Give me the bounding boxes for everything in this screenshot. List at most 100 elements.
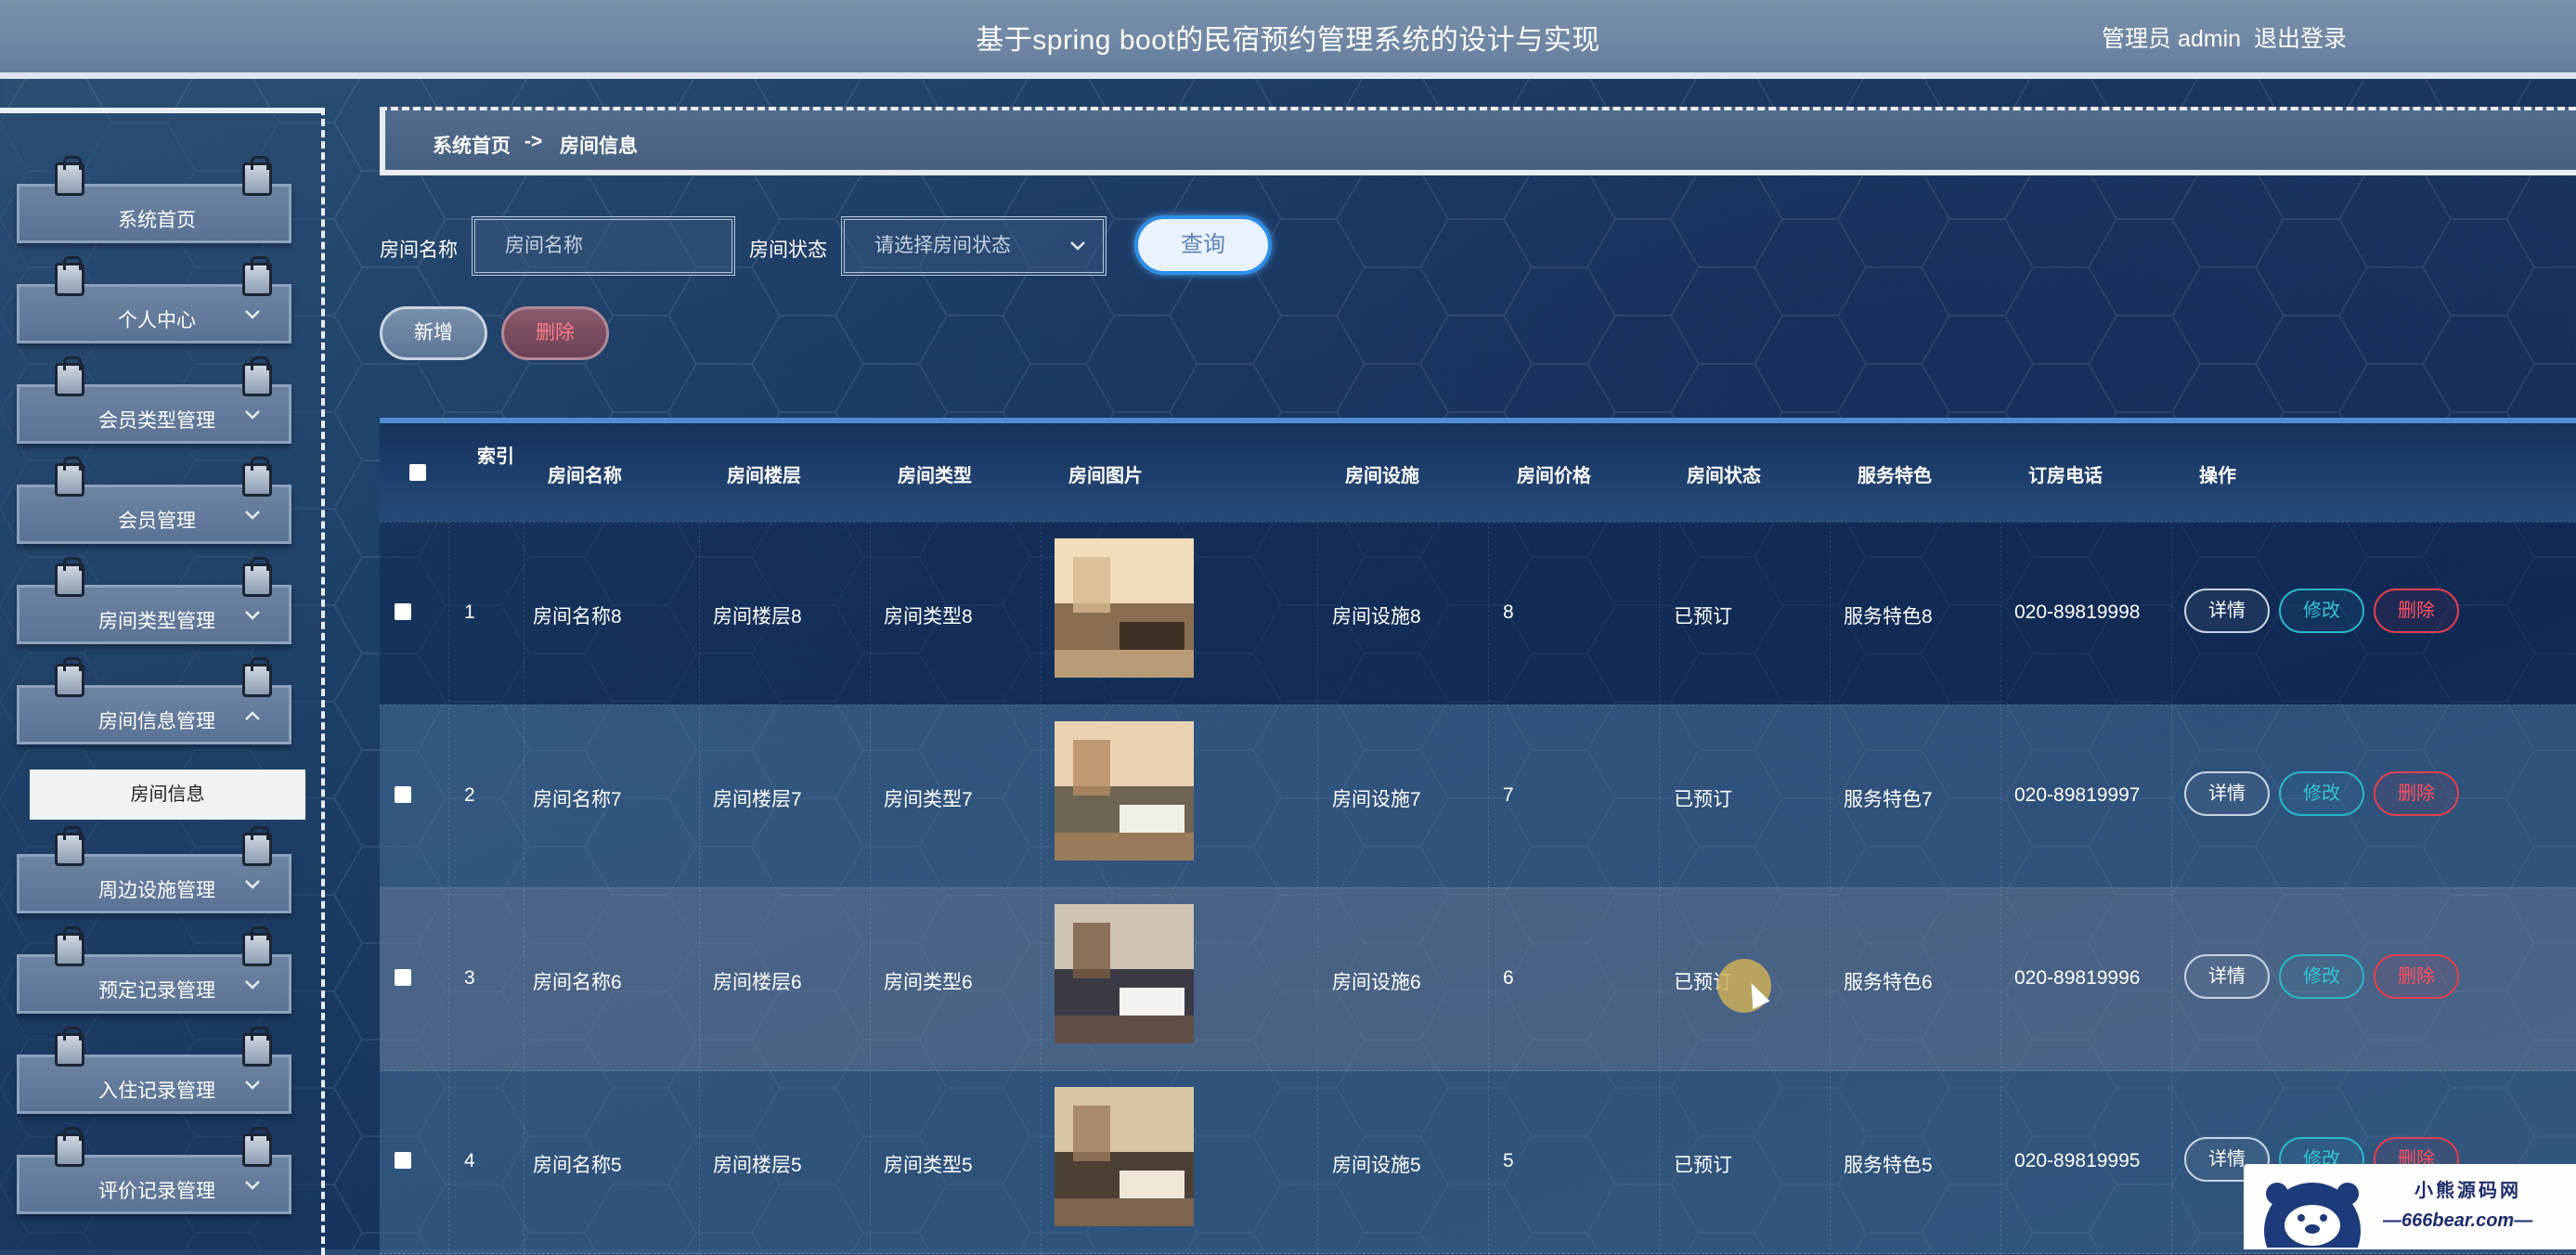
row-checkbox[interactable] [395, 969, 411, 986]
sidebar-item-4[interactable]: 房间类型管理 [17, 557, 291, 644]
sidebar-item-1[interactable]: 个人中心 [17, 256, 291, 343]
bear-logo-icon [2264, 1183, 2361, 1248]
cell-phone: 020-89819997 [2014, 784, 2141, 806]
room-status-placeholder: 请选择房间状态 [874, 235, 1011, 256]
chevron-down-icon [245, 310, 260, 319]
cell-index: 1 [464, 602, 475, 623]
cell-type: 房间类型7 [884, 789, 973, 810]
sidebar-item-3[interactable]: 会员管理 [17, 457, 291, 544]
binder-clip-icon [242, 156, 272, 196]
binder-clip-icon [242, 557, 272, 597]
header-facility: 房间设施 [1345, 466, 1419, 486]
chevron-down-icon [245, 511, 260, 520]
table-row: 2 房间名称7 房间楼层7 房间类型7 房间设施7 7 已预订 服务特色7 020-898199… [380, 705, 2576, 888]
cell-index: 3 [464, 967, 475, 989]
breadcrumb: 系统首页 -> 房间信息 [380, 107, 2576, 175]
cell-floor: 房间楼层8 [713, 606, 802, 628]
table-header: 索引 房间名称 房间楼层 房间类型 房间图片 房间设施 房间价格 房间状态 服务… [380, 423, 2576, 523]
chevron-down-icon [245, 1080, 260, 1090]
add-button[interactable]: 新增 [380, 306, 487, 360]
header-index: 索引 [477, 446, 514, 467]
binder-clip-icon [55, 356, 84, 396]
cell-feature: 服务特色6 [1844, 972, 1933, 993]
row-checkbox[interactable] [395, 603, 411, 620]
room-photo[interactable] [1055, 904, 1194, 1043]
submenu-item-room-info[interactable]: 房间信息 [30, 770, 305, 820]
cell-floor: 房间楼层7 [713, 789, 802, 810]
cell-room-name: 房间名称8 [533, 606, 622, 628]
detail-button[interactable]: 详情 [2184, 771, 2270, 816]
sidebar-item-0[interactable]: 系统首页 [17, 156, 291, 243]
cell-type: 房间类型5 [884, 1155, 973, 1176]
binder-clip-icon [55, 156, 84, 196]
cell-price: 8 [1503, 602, 1514, 623]
table-row: 3 房间名称6 房间楼层6 房间类型6 房间设施6 6 已预订 服务特色6 020-898199… [380, 887, 2576, 1071]
top-header: 基于spring boot的民宿预约管理系统的设计与实现 管理员 admin 退… [0, 0, 2576, 79]
chevron-down-icon [245, 880, 260, 889]
room-name-input[interactable]: 房间名称 [472, 216, 735, 276]
logout-link[interactable]: 退出登录 [2254, 20, 2347, 54]
room-photo[interactable] [1055, 1087, 1194, 1226]
room-photo[interactable] [1055, 721, 1194, 860]
edit-button[interactable]: 修改 [2279, 771, 2364, 816]
header-type: 房间类型 [898, 466, 972, 486]
chevron-down-icon [245, 410, 260, 420]
binder-clip-icon [242, 826, 272, 866]
breadcrumb-current: 房间信息 [560, 136, 638, 157]
cell-floor: 房间楼层6 [713, 972, 802, 993]
edit-button[interactable]: 修改 [2279, 589, 2364, 633]
header-image: 房间图片 [1068, 466, 1143, 486]
cell-room-name: 房间名称6 [533, 972, 622, 993]
cell-status: 已预订 [1674, 789, 1732, 810]
detail-button[interactable]: 详情 [2184, 589, 2270, 633]
watermark-url: —666bear.com— [2383, 1210, 2533, 1231]
sidebar: 系统首页个人中心会员类型管理 会员管理房间类型管理 房间信息管理 周边设施管理 预定记录… [0, 108, 325, 1255]
sidebar-item-6[interactable]: 周边设施管理 [17, 826, 291, 913]
remove-button[interactable]: 删除 [2374, 589, 2459, 633]
delete-button[interactable]: 删除 [501, 306, 609, 360]
room-status-label: 房间状态 [749, 239, 827, 261]
room-name-label: 房间名称 [380, 239, 458, 261]
binder-clip-icon [242, 457, 272, 497]
row-checkbox[interactable] [395, 786, 411, 803]
chevron-down-icon [245, 980, 260, 990]
sidebar-item-9[interactable]: 评价记录管理 [17, 1127, 291, 1214]
binder-clip-icon [55, 657, 84, 697]
row-checkbox[interactable] [395, 1152, 411, 1169]
remove-button[interactable]: 删除 [2374, 771, 2459, 816]
binder-clip-icon [55, 826, 84, 866]
binder-clip-icon [242, 356, 272, 396]
query-button[interactable]: 查询 [1134, 215, 1272, 275]
room-photo[interactable] [1055, 538, 1194, 678]
cell-feature: 服务特色5 [1844, 1155, 1933, 1176]
cell-status: 已预订 [1674, 606, 1732, 628]
cell-price: 6 [1503, 967, 1514, 989]
sidebar-item-5[interactable]: 房间信息管理 [17, 657, 291, 744]
header-floor: 房间楼层 [727, 466, 801, 486]
sidebar-item-2[interactable]: 会员类型管理 [17, 356, 291, 444]
binder-clip-icon [55, 557, 84, 597]
binder-clip-icon [242, 1027, 272, 1067]
cell-type: 房间类型6 [884, 972, 973, 993]
cell-facility: 房间设施5 [1332, 1155, 1421, 1176]
detail-button[interactable]: 详情 [2184, 954, 2270, 999]
watermark: 小熊源码网 —666bear.com— [2244, 1164, 2576, 1249]
edit-button[interactable]: 修改 [2279, 954, 2364, 999]
remove-button[interactable]: 删除 [2374, 954, 2459, 999]
breadcrumb-separator: -> [524, 131, 543, 152]
cell-feature: 服务特色7 [1844, 789, 1933, 810]
sidebar-item-8[interactable]: 入住记录管理 [17, 1027, 291, 1114]
breadcrumb-home[interactable]: 系统首页 [433, 131, 511, 159]
header-price: 房间价格 [1517, 466, 1591, 486]
cell-price: 7 [1503, 784, 1514, 806]
cell-status: 已预订 [1674, 1155, 1732, 1176]
room-status-select[interactable]: 请选择房间状态 [841, 216, 1107, 276]
watermark-name: 小熊源码网 [2414, 1181, 2521, 1201]
sidebar-item-7[interactable]: 预定记录管理 [17, 926, 291, 1014]
select-all-checkbox[interactable] [409, 464, 426, 481]
cell-facility: 房间设施8 [1332, 606, 1421, 628]
binder-clip-icon [55, 1027, 84, 1067]
cell-phone: 020-89819995 [2014, 1150, 2141, 1171]
cell-room-name: 房间名称5 [533, 1155, 622, 1176]
cell-room-name: 房间名称7 [533, 789, 622, 810]
